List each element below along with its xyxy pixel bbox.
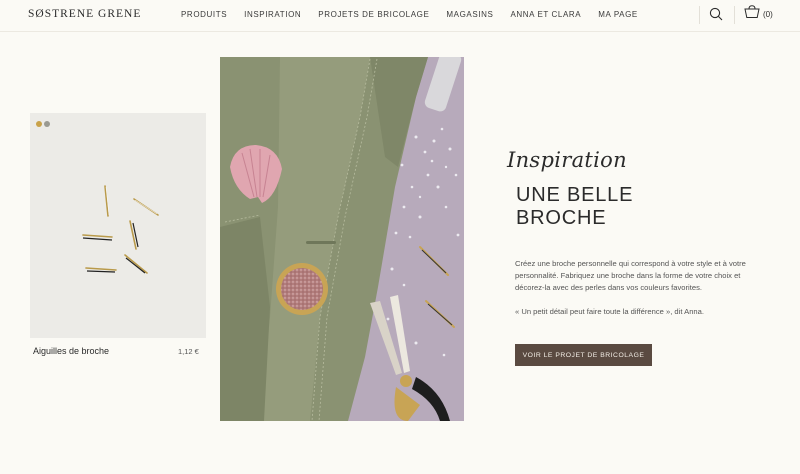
- swatch-gold[interactable]: [36, 121, 42, 127]
- view-project-button[interactable]: VOIR LE PROJET DE BRICOLAGE: [515, 344, 652, 366]
- header-divider: [734, 6, 735, 24]
- inspiration-quote: « Un petit détail peut faire toute la di…: [515, 307, 704, 316]
- basket-icon: [744, 4, 760, 24]
- header-divider: [699, 6, 700, 24]
- hero-image-brooch: [220, 57, 464, 421]
- nav-item-inspiration[interactable]: INSPIRATION: [244, 10, 301, 19]
- inspiration-script-heading: Inspiration: [507, 148, 627, 172]
- nav-item-produits[interactable]: PRODUITS: [181, 10, 227, 19]
- cart-count: (0): [763, 9, 773, 19]
- site-header: SØSTRENE GRENE PRODUITS INSPIRATION PROJ…: [0, 0, 800, 32]
- product-name[interactable]: Aiguilles de broche: [33, 346, 109, 356]
- color-swatches: [36, 121, 50, 127]
- page-title: UNE BELLE BROCHE: [516, 184, 634, 229]
- brand-logo[interactable]: SØSTRENE GRENE: [28, 8, 141, 20]
- nav-item-magasins[interactable]: MAGASINS: [446, 10, 493, 19]
- cart-button[interactable]: (0): [744, 4, 773, 24]
- product-image: [82, 185, 159, 274]
- product-price: 1,12 €: [178, 347, 199, 356]
- inspiration-description: Créez une broche personnelle qui corresp…: [515, 259, 746, 292]
- product-card[interactable]: [30, 113, 206, 338]
- nav-item-anna-et-clara[interactable]: ANNA ET CLARA: [510, 10, 581, 19]
- nav-item-projets[interactable]: PROJETS DE BRICOLAGE: [318, 10, 429, 19]
- main-nav: PRODUITS INSPIRATION PROJETS DE BRICOLAG…: [181, 10, 638, 19]
- search-icon[interactable]: [708, 6, 724, 22]
- nav-item-ma-page[interactable]: MA PAGE: [598, 10, 638, 19]
- swatch-silver[interactable]: [44, 121, 50, 127]
